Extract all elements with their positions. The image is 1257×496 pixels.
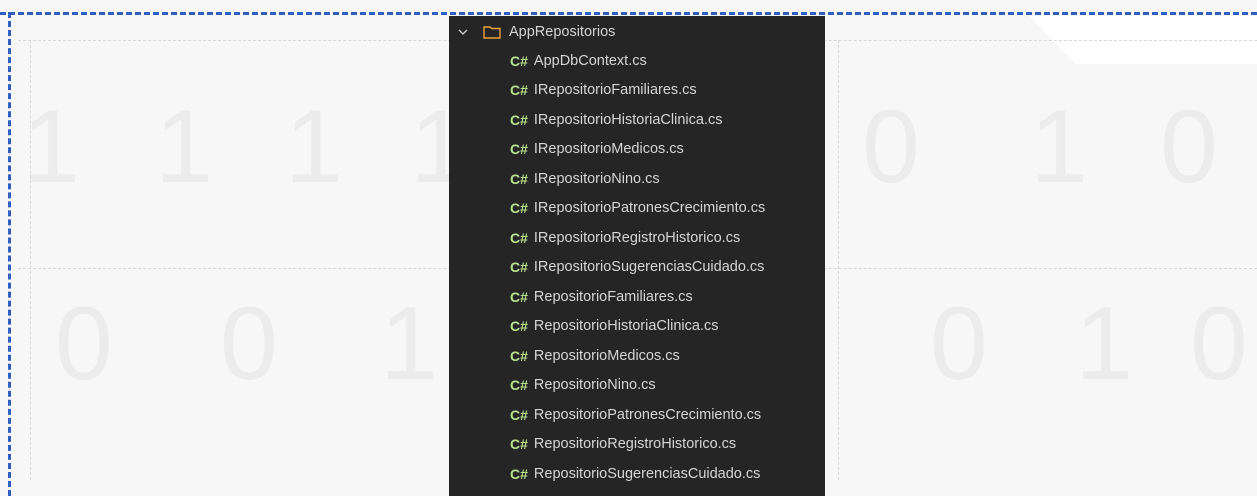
bg-digit: 0 (930, 286, 988, 402)
bg-digit: 0 (1160, 89, 1218, 205)
bg-digit: 1 (1030, 89, 1088, 205)
file-item[interactable]: C# IRepositorioFamiliares.cs (449, 76, 825, 106)
file-name: IRepositorioRegistroHistorico.cs (533, 229, 741, 246)
csharp-file-icon: C# (510, 111, 528, 128)
file-item[interactable]: C# RepositorioPatronesCrecimiento.cs (449, 400, 825, 430)
csharp-file-icon: C# (510, 200, 528, 217)
file-item[interactable]: C# RepositorioMedicos.cs (449, 341, 825, 371)
bg-digit: 0 (220, 286, 278, 402)
csharp-file-icon: C# (510, 465, 528, 482)
csharp-file-icon: C# (510, 436, 528, 453)
file-name: IRepositorioHistoriaClinica.cs (533, 111, 723, 128)
bg-digit: 0 (862, 89, 920, 205)
file-item[interactable]: C# IRepositorioSugerenciasCuidado.cs (449, 253, 825, 283)
folder-icon (483, 25, 501, 39)
file-name: RepositorioSugerenciasCuidado.cs (533, 465, 761, 482)
bg-digit: 1 (155, 89, 213, 205)
file-name: RepositorioHistoriaClinica.cs (533, 318, 719, 335)
folder-app-repositorios[interactable]: AppRepositorios (449, 18, 825, 46)
csharp-file-icon: C# (510, 288, 528, 305)
csharp-file-icon: C# (510, 52, 528, 69)
bg-digit: 1 (380, 286, 438, 402)
file-item[interactable]: C# RepositorioHistoriaClinica.cs (449, 312, 825, 342)
bg-digit: 0 (55, 286, 113, 402)
file-item[interactable]: C# IRepositorioNino.cs (449, 164, 825, 194)
csharp-file-icon: C# (510, 82, 528, 99)
file-name: AppDbContext.cs (533, 52, 647, 69)
solution-explorer-panel: AppRepositorios C# AppDbContext.cs C# IRep… (449, 16, 825, 496)
csharp-file-icon: C# (510, 229, 528, 246)
selection-border-left (8, 12, 11, 496)
file-list: C# AppDbContext.cs C# IRepositorioFamiliar… (449, 46, 825, 489)
folder-label: AppRepositorios (509, 24, 616, 40)
csharp-file-icon: C# (510, 259, 528, 276)
file-name: IRepositorioMedicos.cs (533, 141, 684, 158)
file-name: RepositorioPatronesCrecimiento.cs (533, 406, 762, 423)
file-item[interactable]: C# IRepositorioPatronesCrecimiento.cs (449, 194, 825, 224)
selection-border-top (0, 12, 1257, 15)
chevron-down-icon[interactable] (455, 24, 471, 40)
file-name: IRepositorioFamiliares.cs (533, 82, 697, 99)
file-name: IRepositorioSugerenciasCuidado.cs (533, 259, 765, 276)
file-item[interactable]: C# RepositorioNino.cs (449, 371, 825, 401)
grid-line (838, 40, 839, 480)
file-name: IRepositorioPatronesCrecimiento.cs (533, 200, 766, 217)
file-item[interactable]: C# RepositorioRegistroHistorico.cs (449, 430, 825, 460)
grid-line (30, 40, 31, 480)
file-item[interactable]: C# AppDbContext.cs (449, 46, 825, 76)
file-item[interactable]: C# IRepositorioMedicos.cs (449, 135, 825, 165)
csharp-file-icon: C# (510, 141, 528, 158)
bg-digit: 0 (1190, 286, 1248, 402)
file-name: IRepositorioNino.cs (533, 170, 660, 187)
file-item[interactable]: C# IRepositorioHistoriaClinica.cs (449, 105, 825, 135)
csharp-file-icon: C# (510, 347, 528, 364)
file-item[interactable]: C# RepositorioFamiliares.cs (449, 282, 825, 312)
csharp-file-icon: C# (510, 406, 528, 423)
csharp-file-icon: C# (510, 170, 528, 187)
bg-digit: 1 (1075, 286, 1133, 402)
file-name: RepositorioFamiliares.cs (533, 288, 693, 305)
csharp-file-icon: C# (510, 377, 528, 394)
bg-digit: 1 (285, 89, 343, 205)
file-item[interactable]: C# IRepositorioRegistroHistorico.cs (449, 223, 825, 253)
file-item[interactable]: C# RepositorioSugerenciasCuidado.cs (449, 459, 825, 489)
file-name: RepositorioMedicos.cs (533, 347, 680, 364)
file-name: RepositorioRegistroHistorico.cs (533, 436, 737, 453)
file-name: RepositorioNino.cs (533, 377, 656, 394)
csharp-file-icon: C# (510, 318, 528, 335)
